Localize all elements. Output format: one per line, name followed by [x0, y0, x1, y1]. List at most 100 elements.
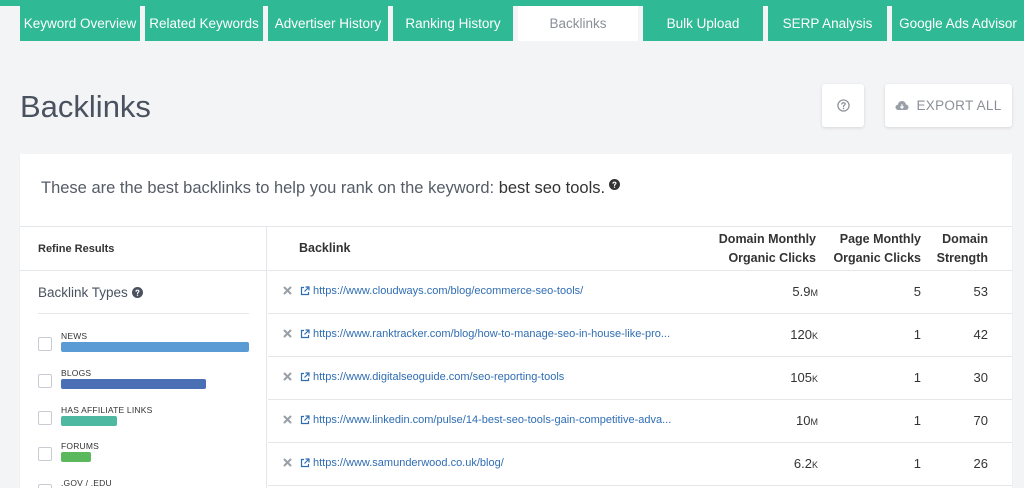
backlink-url[interactable]: https://www.digitalseoguide.com/seo-repo… — [313, 371, 564, 383]
value: 10 — [796, 413, 811, 428]
header-line: Organic Clicks — [833, 251, 921, 265]
tab-label: Google Ads Advisor — [899, 16, 1017, 31]
header-line: Page Monthly — [839, 232, 921, 246]
tab-label: Bulk Upload — [666, 16, 740, 31]
page-title: Backlinks — [20, 89, 151, 124]
page-clicks-value: 1 — [913, 370, 921, 385]
filter-label: .GOV / .EDU — [61, 478, 112, 488]
header-line: Strength — [936, 251, 988, 265]
external-link-icon[interactable] — [300, 329, 310, 339]
filter-checkbox[interactable] — [38, 411, 52, 425]
backlink-url[interactable]: https://www.ranktracker.com/blog/how-to-… — [313, 328, 670, 340]
backlink-url[interactable]: https://www.linkedin.com/pulse/14-best-s… — [313, 414, 671, 426]
backlink-types-label: Backlink Types — [38, 285, 128, 300]
filter-checkbox[interactable] — [38, 337, 52, 351]
filter-forums[interactable]: FORUMS — [38, 441, 258, 471]
filter-checkbox[interactable] — [38, 447, 52, 461]
backlink-types-heading: Backlink Types — [38, 285, 143, 300]
unit-suffix: M — [810, 417, 819, 427]
value: 5.9 — [792, 284, 811, 299]
filter-news[interactable]: NEWS — [38, 331, 258, 361]
remove-icon[interactable] — [283, 458, 292, 467]
question-circle-icon[interactable] — [131, 287, 143, 298]
column-header-backlink[interactable]: Backlink — [299, 239, 350, 258]
page-clicks-value: 1 — [913, 413, 921, 428]
backlinks-table: Backlink Domain Monthly Organic Clicks P… — [268, 227, 1012, 488]
domain-strength-value: 30 — [973, 370, 988, 385]
export-all-label: EXPORT ALL — [916, 98, 1002, 113]
question-circle-icon[interactable] — [609, 176, 621, 195]
tab-advertiser-history[interactable]: Advertiser History — [268, 6, 388, 41]
tab-bar: Keyword Overview Related Keywords Advert… — [0, 0, 1024, 41]
domain-clicks-value: 10M — [796, 413, 818, 428]
table-row: https://www.cloudways.com/blog/ecommerce… — [268, 271, 1012, 314]
divider — [20, 270, 267, 271]
external-link-icon[interactable] — [300, 286, 310, 296]
cloud-download-icon — [895, 101, 909, 110]
remove-icon[interactable] — [283, 286, 292, 295]
external-link-icon[interactable] — [300, 415, 310, 425]
filter-blogs[interactable]: BLOGS — [38, 368, 258, 398]
tab-serp-analysis[interactable]: SERP Analysis — [768, 6, 887, 41]
unit-suffix: M — [810, 288, 819, 298]
domain-clicks-value: 105K — [790, 370, 818, 385]
filter-affiliate-links[interactable]: HAS AFFILIATE LINKS — [38, 405, 258, 435]
unit-suffix: K — [811, 460, 818, 470]
domain-strength-value: 53 — [973, 284, 988, 299]
backlink-url[interactable]: https://www.samunderwood.co.uk/blog/ — [313, 457, 504, 469]
remove-icon[interactable] — [283, 329, 292, 338]
keyword-value: best seo tools. — [498, 179, 606, 197]
unit-suffix: K — [811, 374, 818, 384]
value: 105 — [790, 370, 812, 385]
domain-clicks-value: 120K — [790, 327, 818, 342]
header-line: Domain Monthly — [718, 232, 816, 246]
backlinks-card: These are the best backlinks to help you… — [20, 154, 1012, 488]
remove-icon[interactable] — [283, 372, 292, 381]
question-circle-icon — [836, 99, 850, 112]
intro-sentence: These are the best backlinks to help you… — [41, 179, 499, 197]
tab-backlinks[interactable]: Backlinks — [518, 6, 638, 41]
export-all-button[interactable]: EXPORT ALL — [885, 84, 1012, 127]
domain-strength-value: 70 — [973, 413, 988, 428]
help-button[interactable] — [822, 84, 864, 127]
filter-label: HAS AFFILIATE LINKS — [61, 405, 153, 415]
external-link-icon[interactable] — [300, 458, 310, 468]
value: 6.2 — [793, 456, 812, 471]
page-clicks-value: 1 — [913, 327, 921, 342]
tab-ranking-history[interactable]: Ranking History — [393, 6, 513, 41]
filter-gov-edu[interactable]: .GOV / .EDU — [38, 478, 258, 488]
external-link-icon[interactable] — [300, 372, 310, 382]
domain-clicks-value: 5.9M — [792, 284, 818, 299]
value: 120 — [790, 327, 812, 342]
header-line: Domain — [942, 232, 988, 246]
refine-sidebar: Refine Results Backlink Types NEWS BLOGS… — [20, 227, 267, 488]
tab-keyword-overview[interactable]: Keyword Overview — [20, 6, 140, 41]
tab-label: Advertiser History — [274, 16, 382, 31]
filter-bar — [61, 452, 91, 462]
column-header-domain-clicks[interactable]: Domain Monthly Organic Clicks — [719, 230, 816, 268]
tab-label: Keyword Overview — [23, 16, 137, 31]
filter-label: NEWS — [61, 331, 88, 341]
tab-label: Backlinks — [549, 16, 607, 31]
tab-bulk-upload[interactable]: Bulk Upload — [643, 6, 763, 41]
filter-checkbox[interactable] — [38, 484, 52, 488]
refine-results-heading: Refine Results — [38, 243, 115, 255]
tab-label: Ranking History — [405, 16, 501, 31]
filter-checkbox[interactable] — [38, 374, 52, 388]
column-header-page-clicks[interactable]: Page Monthly Organic Clicks — [833, 230, 921, 268]
filter-label: BLOGS — [61, 368, 92, 378]
remove-icon[interactable] — [283, 415, 292, 424]
page-clicks-value: 5 — [913, 284, 921, 299]
table-row: https://www.digitalseoguide.com/seo-repo… — [268, 357, 1012, 400]
backlink-url[interactable]: https://www.cloudways.com/blog/ecommerce… — [313, 285, 583, 297]
tab-label: Related Keywords — [149, 16, 259, 31]
intro-text: These are the best backlinks to help you… — [41, 176, 621, 198]
unit-suffix: K — [811, 331, 818, 341]
table-row: https://www.samunderwood.co.uk/blog/ 6.2… — [268, 443, 1012, 486]
page-clicks-value: 1 — [913, 456, 921, 471]
tab-google-ads-advisor[interactable]: Google Ads Advisor — [892, 6, 1024, 41]
tab-related-keywords[interactable]: Related Keywords — [145, 6, 263, 41]
column-header-domain-strength[interactable]: Domain Strength — [937, 230, 988, 268]
table-row: https://www.ranktracker.com/blog/how-to-… — [268, 314, 1012, 357]
filter-label: FORUMS — [61, 441, 100, 451]
